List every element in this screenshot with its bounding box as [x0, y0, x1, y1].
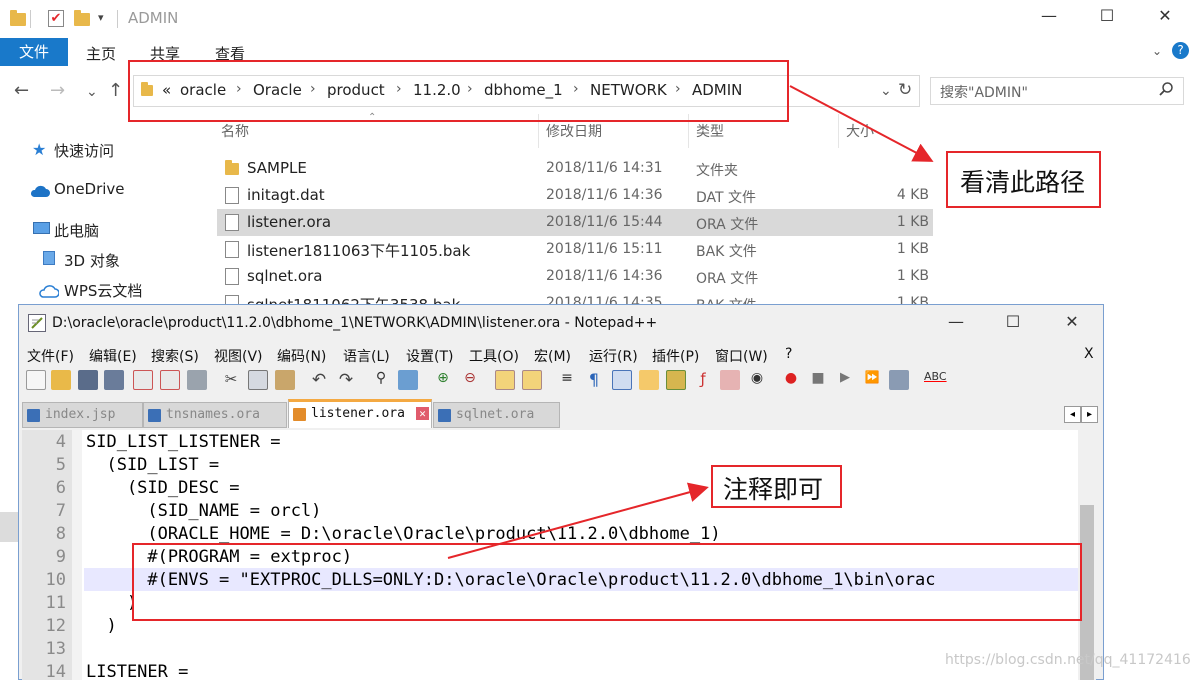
path-arrow [789, 85, 934, 162]
comment-arrow [447, 482, 709, 559]
watermark: https://blog.csdn.net/qq_41172416 [945, 652, 1191, 668]
annotation-arrows [447, 85, 934, 559]
